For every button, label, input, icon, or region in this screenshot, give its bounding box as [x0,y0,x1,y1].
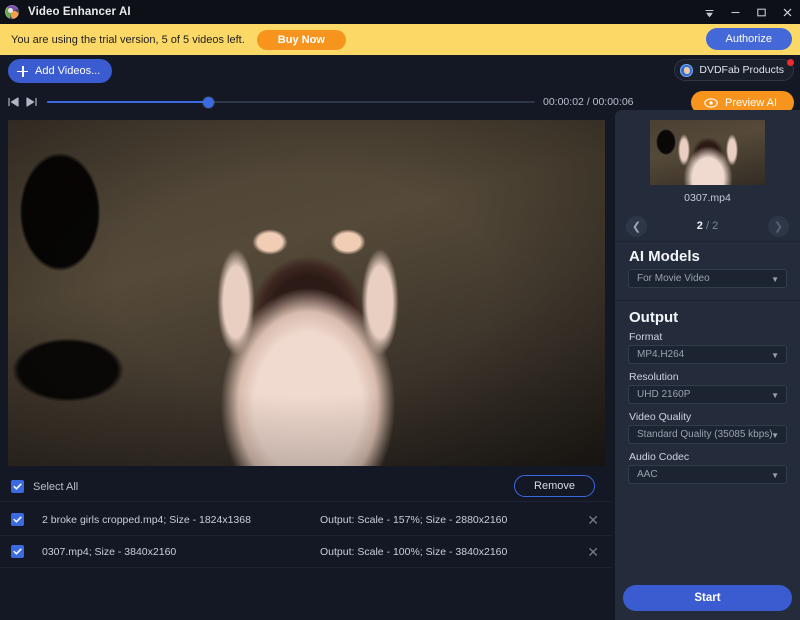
close-icon[interactable]: ✕ [587,513,599,527]
trial-banner: You are using the trial version, 5 of 5 … [0,24,800,55]
notification-badge [787,59,794,66]
video-quality-value: Standard Quality (35085 kbps) [637,429,773,440]
thumbnail-pager: ❮ 2 / 2 ❯ [615,213,800,241]
chevron-right-icon[interactable]: ❯ [768,216,789,237]
format-label: Format [629,331,663,343]
app-logo-icon [5,5,19,19]
file-output-label: Output: Scale - 157%; Size - 2880x2160 [320,513,508,526]
audio-codec-select[interactable]: AAC ▼ [628,465,787,484]
divider [615,241,800,242]
audio-codec-label: Audio Codec [629,451,690,463]
seek-fill [47,101,209,103]
checkbox-icon[interactable] [11,513,24,526]
format-value: MP4.H264 [637,349,685,360]
table-row[interactable]: 0307.mp4; Size - 3840x2160 Output: Scale… [0,536,613,568]
list-toolbar: Select All Remove [0,470,613,502]
chevron-down-icon: ▼ [771,351,779,360]
preview-ai-label: Preview AI [725,96,777,109]
chevron-down-icon: ▼ [771,431,779,440]
file-output-label: Output: Scale - 100%; Size - 3840x2160 [320,545,508,558]
chevron-down-icon: ▼ [771,471,779,480]
eye-icon [704,97,718,108]
pager-separator: / [702,220,713,232]
output-title: Output [629,309,679,326]
video-thumbnail[interactable] [650,120,765,185]
checkbox-icon[interactable] [11,545,24,558]
ai-model-value: For Movie Video [637,273,710,284]
ai-model-select[interactable]: For Movie Video ▼ [628,269,787,288]
audio-codec-value: AAC [637,469,658,480]
start-button[interactable]: Start [623,585,792,611]
authorize-button[interactable]: Authorize [705,28,792,50]
select-all-checkbox[interactable]: Select All [11,480,78,493]
chevron-down-icon: ▼ [771,391,779,400]
pin-icon[interactable] [696,0,722,24]
dvdfab-products-button[interactable]: DVDFab Products [674,59,794,81]
checkbox-icon[interactable] [11,480,24,493]
close-icon[interactable]: ✕ [587,545,599,559]
remove-button[interactable]: Remove [514,475,595,497]
video-frame-image [8,120,605,466]
resolution-value: UHD 2160P [637,389,691,400]
window-controls [696,0,800,24]
video-quality-label: Video Quality [629,411,692,423]
format-select[interactable]: MP4.H264 ▼ [628,345,787,364]
right-sidebar: 0307.mp4 ❮ 2 / 2 ❯ AI Models For Movie V… [615,110,800,620]
pager-total: 2 [712,220,719,232]
add-videos-label: Add Videos... [35,65,101,77]
file-name-label: 0307.mp4; Size - 3840x2160 [42,545,177,558]
table-row[interactable]: 2 broke girls cropped.mp4; Size - 1824x1… [0,504,613,536]
skip-previous-icon[interactable] [6,95,20,109]
thumbnail-filename: 0307.mp4 [684,192,731,204]
main-toolbar: Add Videos... DVDFab Products [0,55,800,87]
maximize-icon[interactable] [748,0,774,24]
plus-icon [17,65,28,77]
ai-models-title: AI Models [629,248,700,265]
close-icon[interactable] [774,0,800,24]
app-window: Video Enhancer AI You are using the tria… [0,0,800,620]
title-bar: Video Enhancer AI [0,0,800,24]
trial-banner-text: You are using the trial version, 5 of 5 … [11,33,245,46]
file-name-label: 2 broke girls cropped.mp4; Size - 1824x1… [42,513,251,526]
dvdfab-products-label: DVDFab Products [699,64,784,76]
chevron-down-icon: ▼ [771,275,779,284]
timecode-label: 00:00:02 / 00:00:06 [543,96,634,108]
video-quality-select[interactable]: Standard Quality (35085 kbps) ▼ [628,425,787,444]
dvdfab-icon [680,63,694,77]
select-all-label: Select All [33,480,79,493]
window-title: Video Enhancer AI [28,6,131,18]
seek-handle[interactable] [202,97,214,108]
minimize-icon[interactable] [722,0,748,24]
buy-now-button[interactable]: Buy Now [256,29,346,50]
seek-bar[interactable] [47,88,535,116]
resolution-select[interactable]: UHD 2160P ▼ [628,385,787,404]
divider [615,300,800,301]
video-preview[interactable] [8,120,605,466]
add-videos-button[interactable]: Add Videos... [8,59,113,83]
resolution-label: Resolution [629,371,679,383]
skip-next-icon[interactable] [25,95,39,109]
